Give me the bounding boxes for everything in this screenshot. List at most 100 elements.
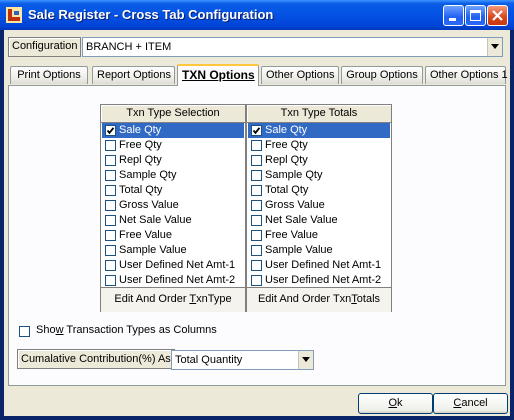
show-columns-label[interactable]: Show Transaction Types as Columns <box>36 324 217 336</box>
checkbox[interactable] <box>105 170 116 181</box>
list-item[interactable]: User Defined Net Amt-2 <box>102 273 244 288</box>
list-item[interactable]: Sale Qty <box>102 123 244 138</box>
label-part: Sho <box>36 324 56 336</box>
chevron-down-icon <box>491 44 499 49</box>
list-item[interactable]: User Defined Net Amt-2 <box>248 273 390 288</box>
list-item-label: Sale Qty <box>265 124 308 136</box>
tab-other-options-1[interactable]: Other Options 1 <box>425 66 508 84</box>
list-item[interactable]: Repl Qty <box>248 153 390 168</box>
configuration-value: BRANCH + ITEM <box>86 41 172 53</box>
checkbox[interactable] <box>105 200 116 211</box>
list-item-label: Total Qty <box>119 184 163 196</box>
list-item-label: Sample Value <box>119 244 187 256</box>
list-item[interactable]: Sample Value <box>248 243 390 258</box>
checkbox[interactable] <box>105 275 116 286</box>
list-item[interactable]: Sample Qty <box>248 168 390 183</box>
list-item[interactable]: User Defined Net Amt-1 <box>102 258 244 273</box>
button-label: otals <box>356 293 381 305</box>
checkbox[interactable] <box>251 155 262 166</box>
list-item[interactable]: Total Qty <box>248 183 390 198</box>
checkmark-icon <box>106 127 115 135</box>
list-item[interactable]: Free Value <box>102 228 244 243</box>
ok-button[interactable]: Ok <box>358 393 433 414</box>
dialog-window: Sale Register - Cross Tab Configuration … <box>0 0 514 420</box>
configuration-dropdown-button[interactable] <box>487 38 502 56</box>
title-bar[interactable]: Sale Register - Cross Tab Configuration <box>0 0 514 30</box>
checkbox[interactable] <box>251 200 262 211</box>
tab-txn-options[interactable]: TXN Options <box>177 64 259 86</box>
list-item-label: Net Sale Value <box>119 214 192 226</box>
chevron-down-icon <box>302 357 310 362</box>
list-item-label: Repl Qty <box>265 154 308 166</box>
maximize-button[interactable] <box>465 5 486 26</box>
list-item[interactable]: Sample Qty <box>102 168 244 183</box>
checkbox[interactable] <box>251 185 262 196</box>
checkbox[interactable] <box>105 260 116 271</box>
list-item-label: Repl Qty <box>119 154 162 166</box>
close-button[interactable] <box>487 5 508 26</box>
checkbox[interactable] <box>105 155 116 166</box>
cumulative-contribution-label: Cumalative Contribution(%) As <box>17 349 175 369</box>
button-label: Edit And Order Txn <box>257 293 352 305</box>
cancel-button[interactable]: Cancel <box>433 393 508 414</box>
list-item[interactable]: User Defined Net Amt-1 <box>248 258 390 273</box>
checkbox[interactable] <box>251 230 262 241</box>
app-icon <box>6 7 22 23</box>
list-item-label: Free Qty <box>265 139 308 151</box>
list-item[interactable]: Gross Value <box>248 198 390 213</box>
list-item[interactable]: Free Qty <box>248 138 390 153</box>
list-item[interactable]: Free Qty <box>102 138 244 153</box>
checkbox[interactable] <box>251 140 262 151</box>
checkbox[interactable] <box>105 185 116 196</box>
list-item[interactable]: Gross Value <box>102 198 244 213</box>
dialog-body: Configuration BRANCH + ITEM Print Option… <box>4 30 510 416</box>
checkbox[interactable] <box>105 230 116 241</box>
show-columns-checkbox[interactable] <box>19 326 30 337</box>
button-label: ancel <box>461 397 488 409</box>
tab-report-options[interactable]: Report Options <box>92 66 175 84</box>
tab-print-options[interactable]: Print Options <box>10 66 88 84</box>
list-item-label: Gross Value <box>119 199 179 211</box>
label-part: Transaction Types as Columns <box>63 324 217 336</box>
configuration-label: Configuration <box>8 37 82 57</box>
list-item-label: User Defined Net Amt-2 <box>265 274 382 286</box>
list-item[interactable]: Net Sale Value <box>102 213 244 228</box>
tab-other-options[interactable]: Other Options <box>261 66 339 84</box>
cumulative-dropdown-button[interactable] <box>298 351 313 369</box>
tab-group-options[interactable]: Group Options <box>341 66 423 84</box>
list-item[interactable]: Total Qty <box>102 183 244 198</box>
list-item[interactable]: Sample Value <box>102 243 244 258</box>
cumulative-contribution-dropdown[interactable]: Total Quantity <box>171 350 314 370</box>
list-item-label: User Defined Net Amt-1 <box>119 259 236 271</box>
list-item-label: Free Value <box>119 229 172 241</box>
checkbox-checked[interactable] <box>105 125 116 136</box>
edit-order-txntype-button[interactable]: Edit And Order TxnType <box>101 287 245 312</box>
button-label: O <box>388 397 398 409</box>
list-item[interactable]: Net Sale Value <box>248 213 390 228</box>
list-item-label: Sale Qty <box>119 124 162 136</box>
list-item-label: Sample Value <box>265 244 333 256</box>
tab-strip: Print Options Report Options TXN Options… <box>8 64 508 86</box>
list-item-label: Sample Qty <box>265 169 323 181</box>
checkbox[interactable] <box>251 170 262 181</box>
cumulative-value: Total Quantity <box>175 354 243 366</box>
checkbox[interactable] <box>105 140 116 151</box>
list-item-label: Free Value <box>265 229 318 241</box>
checkbox-checked[interactable] <box>251 125 262 136</box>
edit-order-txntotals-button[interactable]: Edit And Order TxnTotals <box>247 287 391 312</box>
minimize-button[interactable] <box>443 5 464 26</box>
list-header: Txn Type Selection <box>101 105 245 123</box>
checkbox[interactable] <box>251 275 262 286</box>
list-item[interactable]: Repl Qty <box>102 153 244 168</box>
button-label: k <box>397 397 403 409</box>
configuration-dropdown[interactable]: BRANCH + ITEM <box>82 37 503 57</box>
list-item[interactable]: Sale Qty <box>248 123 390 138</box>
list-item[interactable]: Free Value <box>248 228 390 243</box>
checkbox[interactable] <box>251 260 262 271</box>
checkbox[interactable] <box>251 215 262 226</box>
list-header: Txn Type Totals <box>247 105 391 123</box>
list-item-label: Gross Value <box>265 199 325 211</box>
checkbox[interactable] <box>105 245 116 256</box>
checkbox[interactable] <box>105 215 116 226</box>
checkbox[interactable] <box>251 245 262 256</box>
